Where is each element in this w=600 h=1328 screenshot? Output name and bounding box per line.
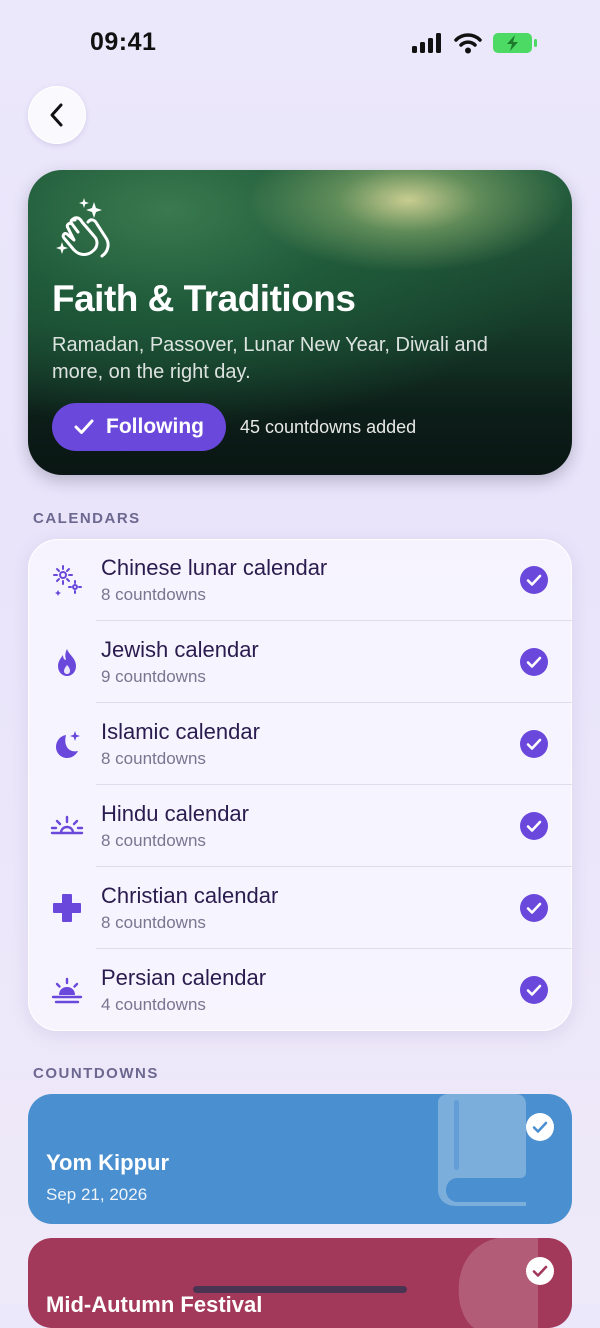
wifi-icon: [454, 33, 482, 54]
sunrise-icon: [50, 809, 84, 843]
countdown-selected-checkbox[interactable]: [526, 1113, 554, 1141]
checkmark-icon: [526, 984, 542, 996]
status-bar: 09:41: [0, 0, 600, 90]
calendar-count: 8 countdowns: [101, 831, 206, 850]
calendar-name: Hindu calendar: [101, 801, 249, 826]
moon-icon: [458, 1238, 538, 1328]
calendar-selected-checkbox[interactable]: [520, 812, 548, 840]
countdown-card-mid-autumn[interactable]: Mid-Autumn Festival: [28, 1238, 572, 1328]
calendar-name: Chinese lunar calendar: [101, 555, 328, 580]
sunset-icon: [50, 973, 84, 1007]
home-indicator: [193, 1286, 407, 1293]
calendar-row-islamic[interactable]: Islamic calendar 8 countdowns: [28, 703, 572, 785]
following-button[interactable]: Following: [52, 403, 226, 451]
fireworks-icon: [50, 563, 84, 597]
collection-description: Ramadan, Passover, Lunar New Year, Diwal…: [52, 334, 488, 383]
calendar-count: 8 countdowns: [101, 749, 206, 768]
status-icons: [412, 32, 538, 54]
checkmark-icon: [74, 419, 94, 434]
following-label: Following: [106, 415, 204, 438]
checkmark-icon: [526, 902, 542, 914]
countdown-selected-checkbox[interactable]: [526, 1257, 554, 1285]
calendar-count: 8 countdowns: [101, 913, 206, 932]
countdown-title: Mid-Autumn Festival: [46, 1292, 263, 1317]
checkmark-icon: [532, 1121, 548, 1133]
checkmark-icon: [526, 738, 542, 750]
countdowns-added-count: 45 countdowns added: [240, 417, 417, 437]
calendar-row-christian[interactable]: Christian calendar 8 countdowns: [28, 867, 572, 949]
calendar-count: 9 countdowns: [101, 667, 206, 686]
countdowns-section-label: COUNTDOWNS: [33, 1065, 159, 1082]
clapping-hands-sparkles-icon: [54, 196, 120, 267]
chevron-left-icon: [50, 103, 63, 127]
calendar-selected-checkbox[interactable]: [520, 730, 548, 758]
back-button[interactable]: [28, 86, 86, 144]
calendar-selected-checkbox[interactable]: [520, 566, 548, 594]
cellular-signal-icon: [412, 33, 441, 53]
calendar-selected-checkbox[interactable]: [520, 976, 548, 1004]
checkmark-icon: [526, 574, 542, 586]
status-time: 09:41: [90, 28, 157, 56]
calendar-selected-checkbox[interactable]: [520, 894, 548, 922]
calendar-count: 4 countdowns: [101, 995, 206, 1014]
collection-hero-card: Faith & Traditions Ramadan, Passover, Lu…: [28, 170, 572, 475]
book-icon: [438, 1094, 526, 1206]
calendar-row-chinese[interactable]: Chinese lunar calendar 8 countdowns: [28, 539, 572, 621]
calendar-name: Islamic calendar: [101, 719, 260, 744]
calendars-section-label: CALENDARS: [33, 510, 141, 527]
calendars-list: Chinese lunar calendar 8 countdowns Jewi…: [28, 539, 572, 1031]
calendar-selected-checkbox[interactable]: [520, 648, 548, 676]
checkmark-icon: [526, 820, 542, 832]
checkmark-icon: [532, 1265, 548, 1277]
calendar-row-persian[interactable]: Persian calendar 4 countdowns: [28, 949, 572, 1031]
flame-icon: [50, 645, 84, 679]
calendar-name: Christian calendar: [101, 883, 279, 908]
countdown-card-yom-kippur[interactable]: Yom Kippur Sep 21, 2026: [28, 1094, 572, 1224]
calendar-count: 8 countdowns: [101, 585, 206, 604]
calendar-name: Jewish calendar: [101, 637, 259, 662]
calendar-row-hindu[interactable]: Hindu calendar 8 countdowns: [28, 785, 572, 867]
countdown-title: Yom Kippur: [46, 1150, 170, 1175]
crescent-moon-icon: [50, 727, 84, 761]
calendar-row-jewish[interactable]: Jewish calendar 9 countdowns: [28, 621, 572, 703]
checkmark-icon: [526, 656, 542, 668]
countdown-date: Sep 21, 2026: [46, 1185, 148, 1204]
battery-charging-icon: [493, 33, 537, 53]
cross-icon: [50, 891, 84, 925]
calendar-name: Persian calendar: [101, 965, 267, 990]
collection-title: Faith & Traditions: [52, 278, 356, 319]
